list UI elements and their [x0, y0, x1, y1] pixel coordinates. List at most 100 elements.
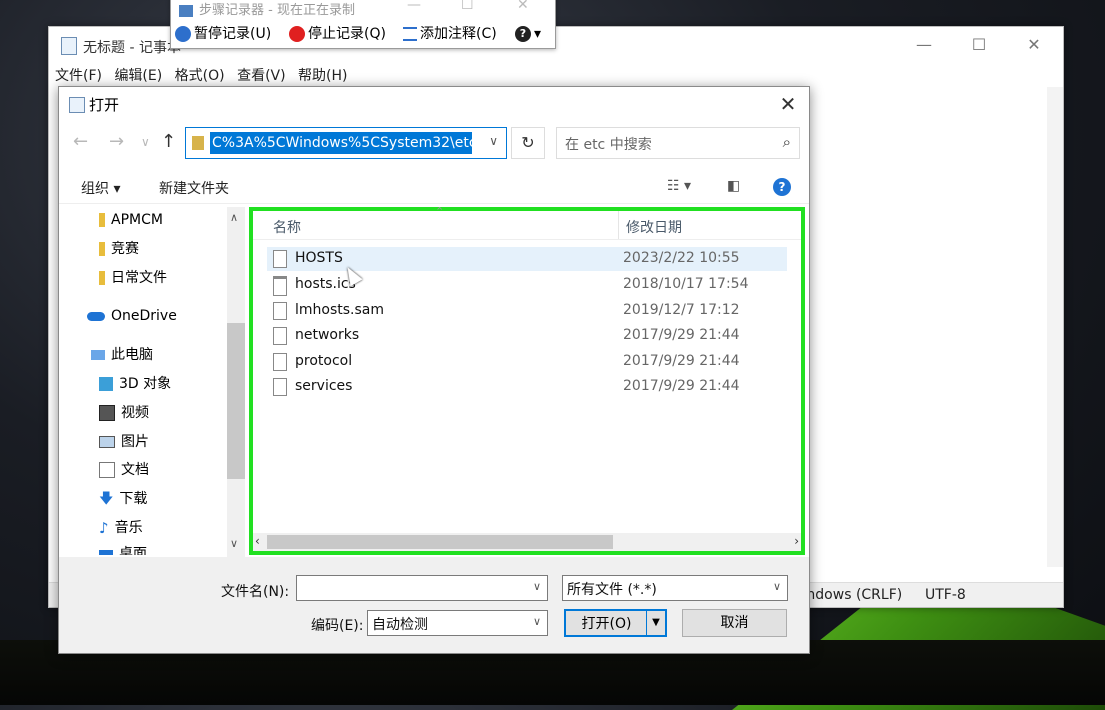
chevron-down-icon[interactable]: ∨ [533, 615, 541, 628]
scroll-up-icon[interactable]: ∧ [230, 211, 238, 224]
column-header-name[interactable]: 名称 [273, 217, 301, 237]
close-icon[interactable]: ✕ [1019, 35, 1049, 55]
navigation-pane-scrollbar[interactable]: ∧ ∨ [227, 207, 245, 557]
sort-chevron-icon: ⌃ [435, 205, 445, 218]
minimize-icon[interactable]: — [909, 35, 939, 55]
document-icon [99, 462, 115, 478]
cube-icon [99, 377, 113, 391]
organize-button[interactable]: 组织 ▾ [81, 178, 120, 198]
open-dropdown-icon[interactable]: ▼ [646, 611, 665, 635]
nav-label: APMCM [111, 212, 163, 228]
scrollbar-thumb[interactable] [267, 535, 613, 549]
nav-item-music[interactable]: ♪ 音乐 [99, 515, 143, 541]
menu-format[interactable]: 格式(O) [175, 68, 225, 84]
preview-pane-icon[interactable]: ◧ [727, 178, 740, 194]
recorder-help-button[interactable]: ? ▾ [515, 23, 541, 45]
file-row-lmhosts[interactable]: lmhosts.sam 2019/12/7 17:12 [267, 299, 787, 323]
help-icon[interactable]: ? [773, 178, 791, 196]
file-list-horizontal-scrollbar[interactable]: ‹ › [253, 533, 801, 551]
encoding-value: 自动检测 [372, 617, 428, 633]
nav-label: 3D 对象 [119, 376, 172, 392]
nav-item-pictures[interactable]: 图片 [99, 429, 149, 455]
chevron-down-icon[interactable]: ∨ [773, 580, 781, 593]
recent-locations-chevron-icon[interactable]: ∨ [141, 135, 150, 149]
view-options-icon[interactable]: ☷ ▾ [667, 178, 691, 194]
file-date: 2023/2/22 10:55 [623, 250, 740, 266]
file-type-select[interactable]: 所有文件 (*.*) ∨ [562, 575, 788, 601]
recorder-minimize-icon[interactable]: — [407, 0, 421, 13]
menu-help[interactable]: 帮助(H) [298, 68, 347, 84]
menu-edit[interactable]: 编辑(E) [114, 68, 162, 84]
search-box[interactable]: 在 etc 中搜索 ⌕ [556, 127, 800, 159]
column-divider[interactable] [618, 211, 619, 239]
nav-item-3d-objects[interactable]: 3D 对象 [99, 371, 171, 397]
nav-item-daily-files[interactable]: 日常文件 [99, 265, 167, 291]
folder-icon [99, 271, 105, 285]
menu-view[interactable]: 查看(V) [237, 68, 286, 84]
file-row-protocol[interactable]: protocol 2017/9/29 21:44 [267, 350, 787, 374]
dialog-navigation-bar: ← → ∨ ↑ C%3A%5CWindows%5CSystem32\etc ∨ … [59, 125, 809, 161]
dialog-close-icon[interactable]: ✕ [777, 92, 799, 116]
open-button[interactable]: 打开(O) ▼ [564, 609, 667, 637]
file-date: 2017/9/29 21:44 [623, 327, 740, 343]
stop-recording-button[interactable]: 停止记录(Q) [289, 23, 386, 45]
file-type-value: 所有文件 (*.*) [567, 582, 657, 598]
back-arrow-icon[interactable]: ← [73, 131, 88, 152]
notepad-vertical-scrollbar[interactable] [1047, 87, 1063, 567]
up-arrow-icon[interactable]: ↑ [161, 131, 176, 152]
address-bar[interactable]: C%3A%5CWindows%5CSystem32\etc ∨ [185, 127, 507, 159]
nav-label: 音乐 [114, 520, 143, 536]
file-icon [273, 353, 287, 371]
maximize-icon[interactable]: ☐ [964, 35, 994, 55]
forward-arrow-icon[interactable]: → [109, 131, 124, 152]
nav-item-competition[interactable]: 竞赛 [99, 236, 139, 262]
scrollbar-thumb[interactable] [227, 323, 245, 479]
address-path[interactable]: C%3A%5CWindows%5CSystem32\etc [210, 132, 472, 154]
desktop-icon [99, 550, 113, 555]
pause-recording-button[interactable]: 暂停记录(U) [175, 23, 271, 45]
file-name: services [295, 378, 353, 394]
search-icon[interactable]: ⌕ [783, 133, 791, 151]
scroll-left-icon[interactable]: ‹ [255, 534, 260, 548]
chevron-down-icon[interactable]: ∨ [533, 580, 541, 593]
filename-input[interactable]: ∨ [296, 575, 548, 601]
menu-file[interactable]: 文件(F) [55, 68, 102, 84]
file-row-services[interactable]: services 2017/9/29 21:44 [267, 375, 787, 399]
scroll-down-icon[interactable]: ∨ [230, 537, 238, 550]
file-name: networks [295, 327, 360, 343]
navigation-pane: APMCM 竞赛 日常文件 OneDrive 此电脑 3D 对象 视频 图片 文… [59, 205, 247, 555]
pause-icon [175, 26, 191, 42]
nav-item-onedrive[interactable]: OneDrive [87, 303, 177, 329]
cancel-button[interactable]: 取消 [682, 609, 787, 637]
nav-item-downloads[interactable]: 🡇 下载 [99, 486, 147, 512]
column-header-modified[interactable]: 修改日期 [626, 217, 682, 237]
recorder-close-icon[interactable]: ✕ [517, 0, 529, 13]
comment-label: 添加注释(C) [420, 26, 497, 42]
nav-item-this-pc[interactable]: 此电脑 [91, 342, 153, 368]
nav-item-desktop[interactable]: 桌面 [99, 541, 147, 555]
folder-icon [99, 242, 105, 256]
address-dropdown-icon[interactable]: ∨ [489, 134, 498, 148]
download-icon: 🡇 [99, 491, 114, 507]
file-row-networks[interactable]: networks 2017/9/29 21:44 [267, 324, 787, 348]
nav-item-videos[interactable]: 视频 [99, 400, 149, 426]
file-icon [273, 378, 287, 396]
dialog-command-bar: 组织 ▾ 新建文件夹 ☷ ▾ ◧ ? [59, 173, 809, 204]
nav-label: 此电脑 [111, 347, 153, 363]
cloud-icon [87, 311, 105, 321]
add-comment-button[interactable]: 添加注释(C) [403, 23, 497, 45]
scroll-right-icon[interactable]: › [794, 534, 799, 548]
stop-icon [289, 26, 305, 42]
recorder-maximize-icon[interactable]: ☐ [461, 0, 474, 13]
folder-icon [99, 213, 105, 227]
nav-item-apmcm[interactable]: APMCM [99, 207, 163, 233]
nav-item-documents[interactable]: 文档 [99, 457, 149, 483]
nav-label: 竞赛 [111, 241, 139, 257]
dialog-titlebar[interactable]: 打开 ✕ [59, 87, 809, 121]
refresh-button[interactable]: ↻ [511, 127, 545, 159]
new-folder-button[interactable]: 新建文件夹 [159, 178, 229, 198]
file-date: 2017/9/29 21:44 [623, 378, 740, 394]
recorder-titlebar: 步骤记录器 - 现在正在录制 [179, 0, 355, 18]
encoding-select[interactable]: 自动检测 ∨ [367, 610, 548, 636]
dialog-app-icon [69, 97, 85, 113]
